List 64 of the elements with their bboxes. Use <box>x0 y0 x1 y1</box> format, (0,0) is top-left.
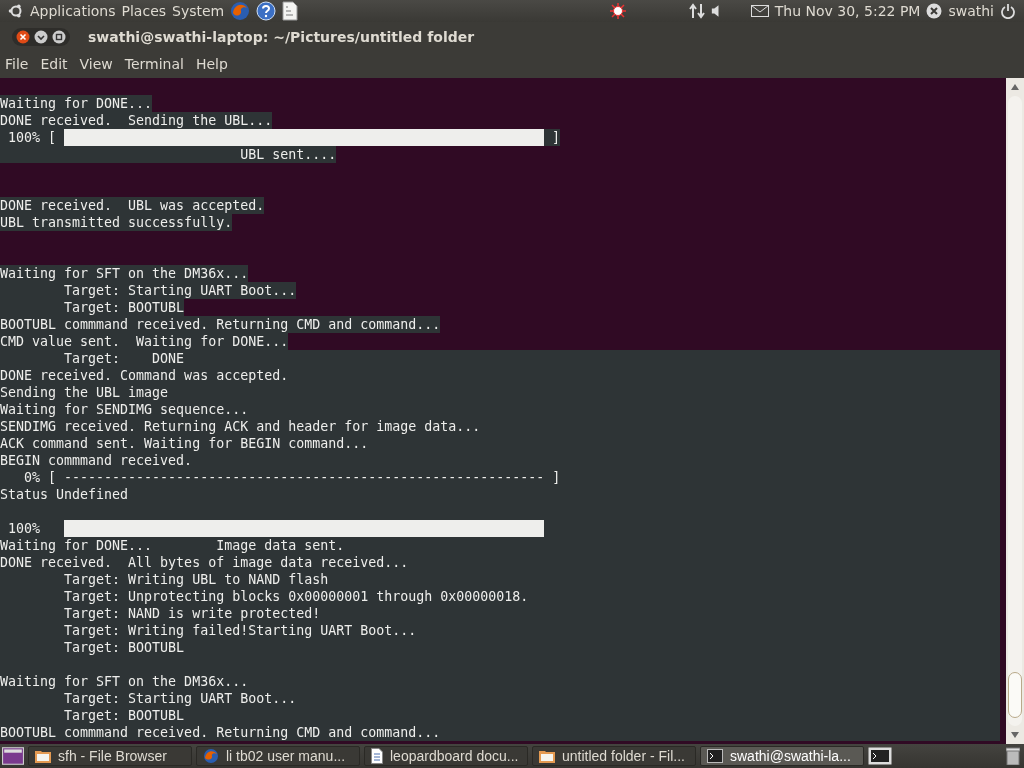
browser-icon <box>203 748 219 764</box>
network-arrows-icon[interactable] <box>688 3 705 19</box>
output-line: BEGIN commmand received. <box>0 453 193 468</box>
output-line: Target: Unprotecting blocks 0x00000001 through 0x00000018. <box>63 589 529 604</box>
menu-item[interactable]: File <box>5 56 29 72</box>
output-line: Sending the UBL image <box>0 385 169 400</box>
menu-item[interactable]: Help <box>195 56 228 72</box>
progress-percent: 100% <box>7 520 42 537</box>
panel-menu[interactable]: System <box>172 3 225 19</box>
progress-bracket: ] <box>551 129 561 146</box>
progress-percent: 100% [ <box>7 129 58 146</box>
output-line: 0% [ ------------------------------------------------------------ ] <box>23 470 561 485</box>
taskbar-button[interactable]: leopardboard docu... <box>364 746 528 766</box>
output-line: DONE received. Command was accepted. <box>0 368 289 383</box>
output-line: Waiting for SENDIMG sequence... <box>0 402 249 417</box>
maximize-icon[interactable] <box>52 30 66 44</box>
power-icon[interactable] <box>1000 3 1016 19</box>
output-line: ACK command sent. Waiting for BEGIN command... <box>0 436 369 451</box>
scrollbar[interactable] <box>1006 78 1024 744</box>
minimize-icon[interactable] <box>34 30 48 44</box>
alert-icon[interactable] <box>608 2 627 20</box>
terminal-icon <box>707 749 723 763</box>
show-desktop-icon[interactable] <box>2 747 24 765</box>
folder-icon <box>35 749 51 763</box>
scroll-up-icon[interactable] <box>1011 84 1019 90</box>
menu-item[interactable]: View <box>79 56 113 72</box>
volume-icon[interactable] <box>710 5 721 17</box>
output-line: Status Undefined <box>0 487 129 502</box>
menu-item[interactable]: Terminal <box>124 56 184 72</box>
close-icon[interactable] <box>16 30 30 44</box>
output-line: DONE received. All bytes of image data received... <box>0 555 409 570</box>
panel-menu[interactable]: Places <box>121 3 167 19</box>
clock[interactable]: Thu Nov 30, 5:22 PM <box>774 3 921 19</box>
terminal-icon[interactable] <box>868 747 892 765</box>
taskbar-button[interactable]: untitled folder - Fil... <box>532 746 696 766</box>
help-icon[interactable] <box>256 1 277 21</box>
output-line: Target: BOOTUBL <box>63 640 185 655</box>
menu-item[interactable]: Edit <box>40 56 68 72</box>
document-icon <box>371 748 383 764</box>
user-icon[interactable] <box>926 3 943 19</box>
taskbar-button[interactable]: swathi@swathi-la... <box>700 746 864 766</box>
panel-menu[interactable]: Applications <box>30 3 116 19</box>
output-line: SENDIMG received. Returning ACK and header for image data... <box>0 419 481 434</box>
trash-icon[interactable] <box>1006 747 1020 765</box>
scroll-thumb[interactable] <box>1008 672 1022 718</box>
output-line: Target: BOOTUBL <box>63 708 185 723</box>
taskbar-button[interactable]: sfh - File Browser <box>28 746 192 766</box>
output-line: Target: Writing failed!Starting UART Boot... <box>63 623 417 638</box>
mail-icon[interactable] <box>750 5 769 17</box>
output-line: Waiting for DONE... Image data sent. <box>0 538 345 553</box>
ubuntu-logo-icon[interactable] <box>8 3 24 19</box>
output-line: BOOTUBL commmand received. Returning CMD and command... <box>0 725 441 740</box>
output-line: Target: DONE <box>63 351 185 366</box>
binary-file-icon[interactable] <box>282 1 299 21</box>
window-title: swathi@swathi-laptop: ~/Pictures/untitled folder <box>88 29 475 45</box>
taskbar-button[interactable]: li tb02 user manu... <box>196 746 360 766</box>
scroll-down-icon[interactable] <box>1011 732 1019 738</box>
output-line: Waiting for SFT on the DM36x... <box>0 674 249 689</box>
output-line: Target: Starting UART Boot... <box>63 691 297 706</box>
output-line: Target: NAND is write protected! <box>63 606 321 621</box>
output-line: Target: Writing UBL to NAND flash <box>63 572 329 587</box>
browser-icon[interactable] <box>230 1 251 21</box>
user-name[interactable]: swathi <box>948 3 994 19</box>
folder-icon <box>539 749 555 763</box>
